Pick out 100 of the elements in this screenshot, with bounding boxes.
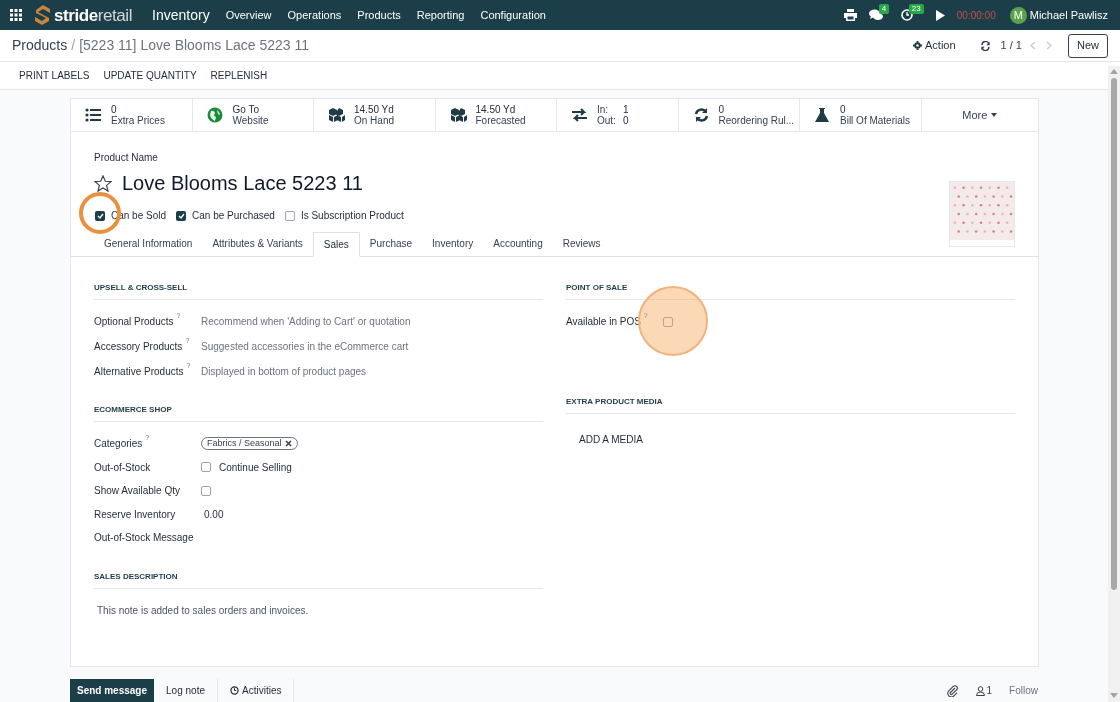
list-icon xyxy=(85,107,103,123)
input-field[interactable]: Displayed in bottom of product pages xyxy=(201,364,367,379)
user-name[interactable]: Michael Pawlisz xyxy=(1029,6,1108,24)
play-icon[interactable] xyxy=(934,9,945,21)
smart-button[interactable]: Go To Website xyxy=(192,99,314,131)
action-button[interactable]: Action xyxy=(913,37,956,54)
smart-button[interactable]: 0 Bill Of Materials xyxy=(800,99,922,131)
apps-menu-icon[interactable] xyxy=(10,9,22,21)
stat-value: 0 xyxy=(111,104,118,115)
smart-button[interactable]: 14.50 Yd On Hand xyxy=(314,99,436,131)
checkbox[interactable]: Continue Selling xyxy=(201,459,292,475)
chat-icon[interactable] xyxy=(868,9,883,21)
stat-value: 1 xyxy=(622,104,629,115)
add-media-button[interactable]: ADD A MEDIA xyxy=(579,432,643,447)
tab[interactable]: Reviews xyxy=(552,231,611,256)
field-label: Show Available Qty xyxy=(94,484,180,499)
checkbox[interactable] xyxy=(201,485,211,496)
stat-label: Bill Of Materials xyxy=(840,115,910,126)
section-title: ECOMMERCE SHOP xyxy=(94,405,172,414)
clock-icon xyxy=(230,686,239,695)
stat-value: 0 xyxy=(840,104,847,115)
pager-text: 1 / 1 xyxy=(1000,38,1022,54)
smart-button[interactable]: 0 Extra Prices xyxy=(71,99,193,131)
tab[interactable]: Sales xyxy=(312,232,360,257)
field-label: Product Name xyxy=(94,151,159,165)
smart-button[interactable]: 0 Reordering Rul... xyxy=(678,99,800,131)
field-label: Out-of-Stock Message xyxy=(94,531,194,546)
header-button[interactable]: UPDATE QUANTITY xyxy=(103,68,197,83)
section-title: EXTRA PRODUCT MEDIA xyxy=(566,397,663,406)
stat-value: 0 xyxy=(718,104,726,115)
input-field[interactable]: Suggested accessories in the eCommerce cart xyxy=(201,339,409,354)
stat-label: Website xyxy=(232,115,269,126)
input-field[interactable]: 0.00 xyxy=(204,506,224,522)
chatter-button[interactable]: Activities xyxy=(218,679,295,702)
clock-icon[interactable] xyxy=(900,9,913,21)
checkbox-option[interactable]: Is Subscription Product xyxy=(284,208,404,223)
notification-badge: 4 xyxy=(878,4,890,14)
smart-button[interactable]: In: 1 Out: 0 xyxy=(557,99,679,131)
tab[interactable]: General Information xyxy=(94,231,203,256)
tab[interactable]: Accounting xyxy=(483,231,553,256)
stat-label: Forecasted xyxy=(475,115,526,126)
header-button[interactable]: REPLENISH xyxy=(210,68,268,83)
new-button[interactable]: New xyxy=(1068,33,1108,58)
brand-name: strideretail xyxy=(54,6,133,24)
follow-button[interactable]: Follow xyxy=(1009,683,1038,698)
breadcrumb-link[interactable]: Products xyxy=(12,35,68,56)
field-label: Accessory Products xyxy=(94,340,183,354)
flask-icon xyxy=(814,107,832,123)
stat-label: On Hand xyxy=(354,115,395,126)
field-label: Categories xyxy=(94,437,143,452)
stat-value: 14.50 Yd xyxy=(475,104,517,115)
stat-label: In: xyxy=(597,104,610,115)
followers-button[interactable]: 1 xyxy=(975,683,993,698)
checkbox-option[interactable]: Can be Purchased xyxy=(176,208,275,223)
stat-label: Extra Prices xyxy=(111,115,165,126)
description-field[interactable]: This note is added to sales orders and invoices. xyxy=(97,602,1015,618)
menu-item[interactable]: Operations xyxy=(287,6,342,24)
settings-icon xyxy=(913,41,922,50)
logo-icon xyxy=(34,4,52,26)
star-icon[interactable] xyxy=(94,174,112,192)
field-label: Optional Products xyxy=(94,315,174,329)
stat-label: Out: xyxy=(597,115,616,126)
notification-badge: 23 xyxy=(908,4,924,14)
app-title: Inventory xyxy=(152,5,210,25)
product-name: Love Blooms Lace 5223 11 xyxy=(122,171,363,196)
caret-icon xyxy=(991,113,998,117)
section-title: POINT OF SALE xyxy=(566,283,628,292)
stat-value: 0 xyxy=(622,115,629,126)
field-label: Out-of-Stock xyxy=(94,460,151,475)
cubes-icon xyxy=(449,107,468,123)
check-icon xyxy=(177,212,185,219)
stat-value: 14.50 Yd xyxy=(354,104,395,115)
section-title: SALES DESCRIPTION xyxy=(94,571,178,581)
tab[interactable]: Attributes & Variants xyxy=(202,231,313,256)
refresh-icon[interactable] xyxy=(979,40,991,51)
section-title: UPSELL & CROSS-SELL xyxy=(94,283,188,292)
printer-icon[interactable] xyxy=(843,9,857,21)
stat-value: Go To xyxy=(232,104,260,115)
paperclip-icon[interactable] xyxy=(946,684,958,697)
timer-text: 00:00:00 xyxy=(956,8,996,23)
menu-item[interactable]: Configuration xyxy=(480,6,546,24)
stat-label: Reordering Rul... xyxy=(718,115,795,126)
breadcrumb-separator: / xyxy=(71,36,76,55)
globe-icon xyxy=(206,107,225,123)
menu-item[interactable]: Overview xyxy=(225,6,272,24)
input-field[interactable]: Recommend when 'Adding to Cart' or quotation xyxy=(201,314,411,329)
tab[interactable]: Inventory xyxy=(422,231,484,256)
breadcrumb-current: [5223 11] Love Blooms Lace 5223 11 xyxy=(79,36,309,55)
menu-item[interactable]: Products xyxy=(357,6,401,24)
menu-item[interactable]: Reporting xyxy=(416,6,465,24)
tab[interactable]: Purchase xyxy=(359,231,423,256)
checkbox[interactable] xyxy=(662,316,673,327)
smart-button[interactable]: 14.50 Yd Forecasted xyxy=(435,99,557,131)
check-icon xyxy=(96,212,104,219)
chatter-button[interactable]: Log note xyxy=(154,679,218,702)
chatter-button[interactable]: Send message xyxy=(70,679,155,702)
header-button[interactable]: PRINT LABELS xyxy=(19,68,90,83)
close-icon[interactable] xyxy=(284,440,292,448)
smart-button[interactable]: More xyxy=(921,99,1038,131)
field-label: Reserve Inventory xyxy=(94,507,176,522)
